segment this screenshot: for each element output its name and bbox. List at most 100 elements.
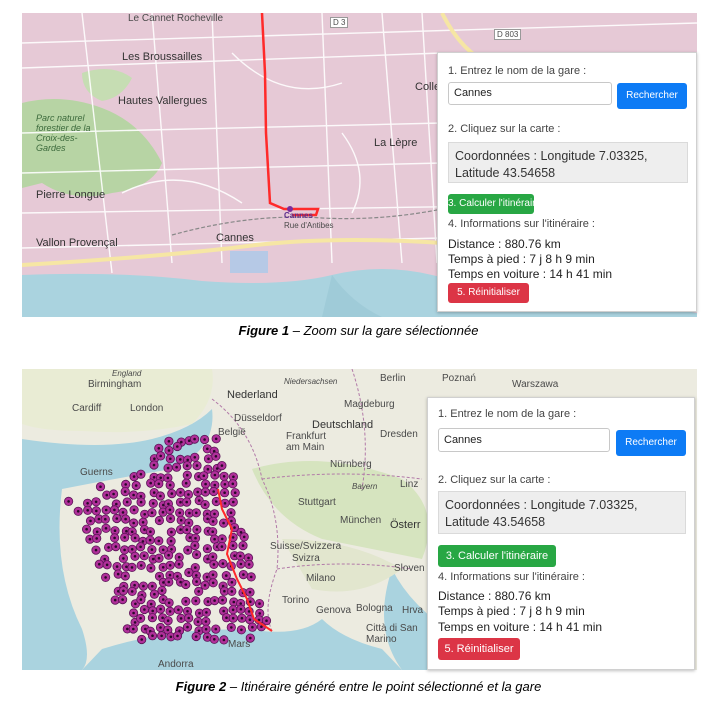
map-label-svizra: Svizra — [292, 553, 320, 564]
station-marker-dot — [167, 553, 170, 557]
station-marker-dot — [207, 457, 210, 461]
station-marker-dot — [233, 554, 236, 557]
station-marker-dot — [125, 529, 128, 533]
station-marker-dot — [214, 455, 218, 458]
station-marker-dot — [141, 540, 145, 543]
station-marker-dot — [211, 555, 215, 559]
station-marker-dot — [99, 485, 102, 488]
station-marker-dot — [168, 483, 172, 487]
station-marker-dot — [206, 467, 210, 471]
station-marker-dot — [94, 548, 98, 552]
station-marker-dot — [158, 575, 161, 578]
station-marker-dot — [159, 626, 162, 629]
station-marker-dot — [123, 548, 126, 552]
step4-label: 4. Informations sur l'itinéraire : — [448, 218, 595, 230]
road-badge-d803: D 803 — [494, 29, 522, 40]
station-marker-dot — [239, 602, 242, 605]
station-marker-dot — [140, 638, 143, 641]
calculate-route-button[interactable]: 3. Calculer l'itinéraire — [438, 545, 556, 567]
map-label-england: England — [112, 369, 142, 378]
station-marker-dot — [67, 500, 70, 503]
station-marker-dot — [239, 562, 243, 566]
station-marker-dot — [130, 590, 134, 593]
station-marker-dot — [194, 566, 197, 569]
station-marker-dot — [121, 598, 124, 601]
station-marker-dot — [242, 573, 245, 576]
station-marker-dot — [249, 600, 252, 603]
station-marker-dot — [241, 544, 245, 547]
station-marker-dot — [180, 440, 183, 444]
station-search-input[interactable]: Cannes — [438, 428, 610, 452]
station-marker-dot — [206, 600, 210, 603]
station-marker-dot — [214, 627, 218, 631]
station-marker-dot — [133, 555, 137, 558]
station-marker-dot — [94, 500, 98, 504]
station-marker-dot — [233, 526, 236, 529]
step2-label: 2. Cliquez sur la carte : — [448, 123, 561, 135]
car-time-text: Temps en voiture : 14 h 41 min — [448, 267, 613, 281]
station-marker-dot — [196, 490, 199, 494]
station-marker-dot — [175, 465, 178, 469]
station-marker-dot — [139, 545, 142, 549]
station-marker-dot — [231, 616, 235, 620]
station-marker-dot — [197, 629, 201, 633]
station-marker-dot — [169, 517, 172, 520]
station-marker-dot — [203, 438, 206, 441]
station-marker-dot — [122, 589, 125, 593]
station-marker-dot — [170, 530, 173, 534]
map-label-frankfurt: Frankfurt am Main — [286, 431, 327, 453]
station-marker-dot — [141, 521, 145, 524]
station-marker-dot — [198, 611, 201, 615]
map-label-munchen: München — [340, 515, 382, 526]
station-marker-dot — [132, 493, 135, 497]
station-marker-dot — [121, 511, 125, 514]
station-marker-dot — [166, 628, 170, 632]
station-marker-dot — [211, 520, 215, 523]
calculate-route-button[interactable]: 3. Calculer l'itinéraire — [448, 194, 541, 214]
station-marker-dot — [159, 476, 162, 480]
station-marker-dot — [125, 565, 128, 569]
station-marker-dot — [107, 546, 110, 549]
search-button[interactable]: Rechercher — [616, 430, 686, 456]
station-marker-dot — [133, 621, 137, 624]
station-marker-dot — [184, 583, 188, 586]
station-marker-dot — [211, 530, 214, 533]
step1-label: 1. Entrez le nom de la gare : — [438, 408, 577, 420]
station-marker-dot — [150, 548, 154, 551]
station-marker-dot — [179, 617, 183, 620]
station-marker-dot — [186, 473, 189, 477]
station-marker-dot — [242, 535, 246, 539]
station-marker-dot — [196, 620, 200, 623]
station-marker-dot — [195, 528, 199, 531]
reset-button[interactable]: 5. Réinitialiser — [448, 283, 529, 303]
station-marker-dot — [125, 500, 129, 504]
station-marker-dot — [206, 635, 209, 639]
station-marker-dot — [186, 458, 189, 462]
reset-button[interactable]: 5. Réinitialiser — [438, 638, 520, 660]
map-label-cardiff: Cardiff — [72, 403, 102, 414]
caption-1-label: Figure 1 — [238, 323, 290, 338]
station-marker-dot — [122, 557, 125, 560]
station-marker-dot — [113, 536, 116, 540]
station-marker-dot — [86, 502, 89, 505]
station-marker-dot — [204, 627, 208, 631]
station-marker-dot — [211, 573, 215, 577]
station-marker-dot — [231, 536, 235, 539]
step2-label: 2. Cliquez sur la carte : — [438, 474, 551, 486]
station-marker-dot — [187, 571, 191, 574]
station-marker-dot — [231, 608, 235, 612]
station-marker-dot — [115, 517, 119, 520]
station-marker-dot — [104, 517, 107, 521]
walk-time-text: Temps à pied : 7 j 8 h 9 min — [448, 252, 595, 266]
station-marker-dot — [170, 492, 174, 495]
station-marker-dot — [193, 437, 196, 441]
station-marker-dot — [213, 473, 217, 477]
map-label-marseille: Mars — [228, 639, 251, 650]
station-marker-dot — [169, 539, 173, 543]
station-marker-dot — [197, 499, 201, 502]
station-marker-dot — [206, 447, 209, 451]
station-marker-dot — [167, 601, 171, 605]
station-search-input[interactable]: Cannes — [448, 82, 612, 105]
search-button[interactable]: Rechercher — [617, 83, 687, 109]
map-label-bayern: Bayern — [352, 482, 378, 491]
